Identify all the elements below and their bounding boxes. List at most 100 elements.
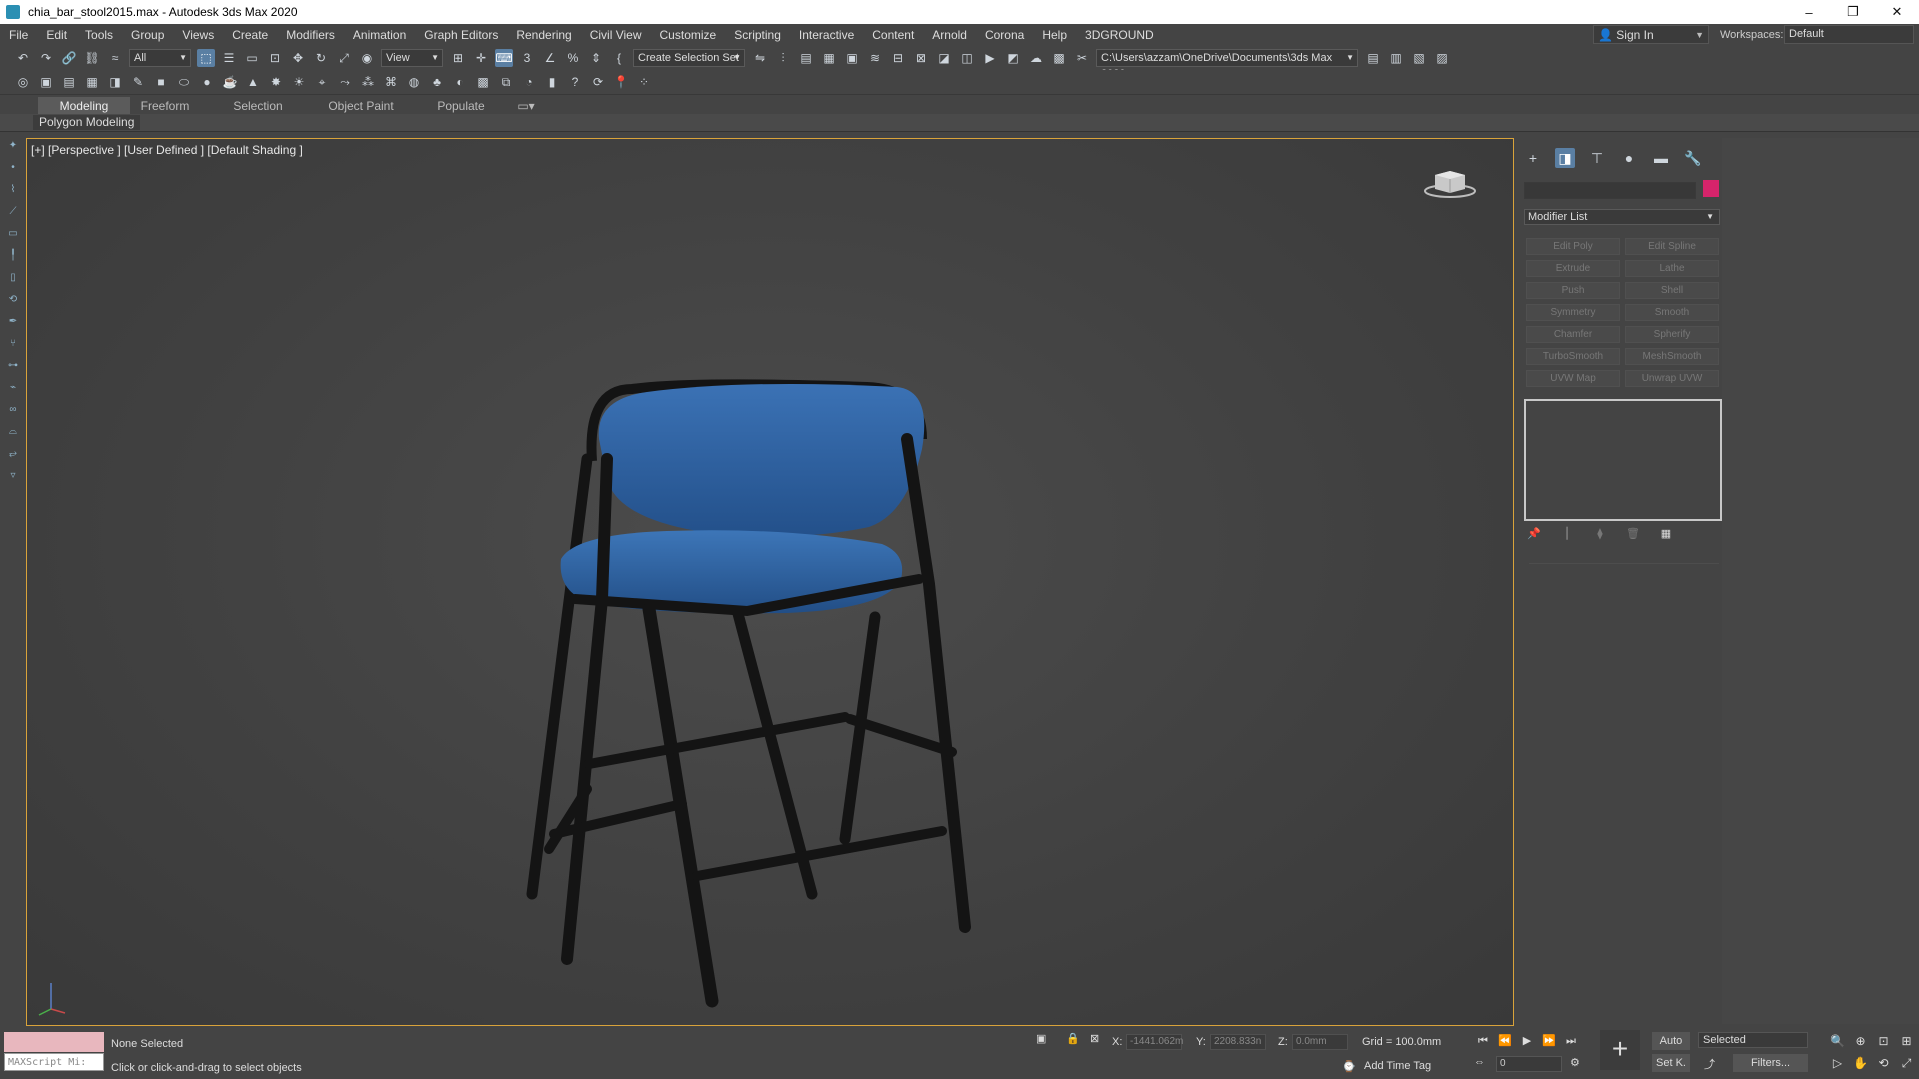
sun-icon[interactable]: ☀ — [290, 73, 308, 91]
rect-selection-icon[interactable]: ▭ — [243, 49, 261, 67]
time-configuration-icon[interactable]: ⚙ — [1570, 1056, 1580, 1069]
x-coord-field[interactable]: -1441.062m — [1126, 1034, 1183, 1050]
save-project-icon[interactable]: ▧ — [1410, 49, 1428, 67]
scale-icon[interactable]: ⤢ — [335, 49, 353, 67]
angle-snap-icon[interactable]: ∠ — [541, 49, 559, 67]
time-tag-icon[interactable]: ⌚ — [1342, 1060, 1356, 1073]
set-key-button[interactable]: Set K. — [1652, 1054, 1690, 1072]
tab-freeform[interactable]: Freeform — [130, 97, 200, 115]
zoom-icon[interactable]: 🔍 — [1826, 1032, 1849, 1050]
go-to-end-icon[interactable]: ⏭ — [1562, 1032, 1580, 1050]
connect-icon[interactable]: ⊶ — [7, 360, 19, 372]
menu-content[interactable]: Content — [863, 24, 923, 46]
menu-help[interactable]: Help — [1033, 24, 1076, 46]
flow-icon[interactable]: ⥂ — [7, 448, 19, 460]
menu-customize[interactable]: Customize — [651, 24, 726, 46]
undo-icon[interactable]: ↶ — [14, 49, 32, 67]
edit-named-sets-icon[interactable]: { — [610, 49, 628, 67]
sphere-primitive-icon[interactable]: ● — [198, 73, 216, 91]
orbit-icon[interactable]: ⟲ — [1872, 1054, 1895, 1072]
tree-icon[interactable]: ♣ — [428, 73, 446, 91]
modifier-lathe-button[interactable]: Lathe — [1625, 260, 1719, 277]
render-icon[interactable]: ◐ — [451, 73, 469, 91]
play-icon[interactable]: ▶ — [1518, 1032, 1536, 1050]
poly-icon[interactable]: ▭ — [7, 228, 19, 240]
display-tab-icon[interactable]: ▬ — [1651, 148, 1671, 168]
link-tool-icon[interactable]: ∞ — [7, 404, 19, 416]
schematic-view-icon[interactable]: ⊟ — [889, 49, 907, 67]
key-mode-icon[interactable]: ⤴ — [1704, 1056, 1715, 1072]
menu-group[interactable]: Group — [122, 24, 173, 46]
environment-icon[interactable]: ▩ — [1050, 49, 1068, 67]
percent-snap-icon[interactable]: % — [564, 49, 582, 67]
modifier-list-dropdown[interactable]: Modifier List ▼ — [1524, 209, 1720, 225]
isolate-selection-icon[interactable]: ▣ — [1036, 1032, 1046, 1045]
object-color-swatch[interactable] — [1703, 180, 1719, 197]
branch-icon[interactable]: ⑂ — [7, 338, 19, 350]
go-to-start-icon[interactable]: ⏮ — [1474, 1032, 1492, 1050]
help-icon[interactable]: ? — [566, 73, 584, 91]
modifier-edit-poly-button[interactable]: Edit Poly — [1526, 238, 1620, 255]
menu-create[interactable]: Create — [223, 24, 277, 46]
cone-primitive-icon[interactable]: ▲ — [244, 73, 262, 91]
pin-icon[interactable]: 📍 — [612, 73, 630, 91]
menu-tools[interactable]: Tools — [76, 24, 122, 46]
corona-icon[interactable]: ⌖ — [313, 73, 331, 91]
modifier-turbosmooth-button[interactable]: TurboSmooth — [1526, 348, 1620, 365]
light-icon[interactable]: ✸ — [267, 73, 285, 91]
move-icon[interactable]: ✥ — [289, 49, 307, 67]
maximize-viewport-icon[interactable]: ⤢ — [1895, 1054, 1918, 1072]
open-file-icon[interactable]: ▣ — [37, 73, 55, 91]
rendered-frame-window-icon[interactable]: ◫ — [958, 49, 976, 67]
menu-corona[interactable]: Corona — [976, 24, 1033, 46]
place-icon[interactable]: ◉ — [358, 49, 376, 67]
current-frame-field[interactable]: 0 — [1496, 1056, 1562, 1072]
add-time-tag-button[interactable]: Add Time Tag — [1364, 1060, 1431, 1072]
edge-icon[interactable]: ⟋ — [7, 206, 19, 218]
zoom-extents-all-icon[interactable]: ⊞ — [1895, 1032, 1918, 1050]
select-object-icon[interactable]: ⬚ — [197, 49, 215, 67]
create-icon[interactable]: ✦ — [7, 140, 19, 152]
box-primitive-icon[interactable]: ■ — [152, 73, 170, 91]
material-editor-icon[interactable]: ⊠ — [912, 49, 930, 67]
tab-populate[interactable]: Populate — [428, 97, 494, 115]
modifier-chamfer-button[interactable]: Chamfer — [1526, 326, 1620, 343]
curve-editor-icon[interactable]: ≋ — [866, 49, 884, 67]
project-folder-select[interactable]: C:\Users\azzam\OneDrive\Documents\3ds Ma… — [1096, 49, 1358, 80]
save-file-icon[interactable]: ▤ — [60, 73, 78, 91]
rotate-icon[interactable]: ↻ — [312, 49, 330, 67]
zoom-extents-icon[interactable]: ⊡ — [1872, 1032, 1895, 1050]
maximize-button[interactable]: ❐ — [1831, 0, 1875, 24]
snaps-toggle-icon[interactable]: 3 — [518, 49, 536, 67]
modifier-stack-list[interactable] — [1524, 399, 1722, 521]
selection-filter-select[interactable]: All ▼ — [129, 49, 191, 67]
project-icon[interactable]: ▤ — [1364, 49, 1382, 67]
sign-in-dropdown[interactable]: 👤 Sign In ▼ — [1593, 25, 1709, 44]
modifier-smooth-button[interactable]: Smooth — [1625, 304, 1719, 321]
menu-interactive[interactable]: Interactive — [790, 24, 863, 46]
modify-tab-icon[interactable]: ◨ — [1555, 148, 1575, 168]
stats-icon[interactable]: ▮ — [543, 73, 561, 91]
interactive-render-icon[interactable]: ◔ — [520, 73, 538, 91]
make-unique-icon[interactable]: ⧫ — [1592, 527, 1608, 543]
next-frame-icon[interactable]: ⏩ — [1540, 1032, 1558, 1050]
auto-key-button[interactable]: Auto — [1652, 1032, 1690, 1050]
key-filter-select[interactable]: Selected — [1698, 1032, 1808, 1048]
window-crossing-icon[interactable]: ⊡ — [266, 49, 284, 67]
scene-explorer-icon[interactable]: ▤ — [797, 49, 815, 67]
menu-file[interactable]: File — [0, 24, 37, 46]
modifier-icon[interactable]: ⤳ — [336, 73, 354, 91]
maxscript-listener-field[interactable] — [4, 1032, 104, 1052]
collapse-icon[interactable]: ▿ — [7, 470, 19, 482]
mirror-icon[interactable]: ⇋ — [751, 49, 769, 67]
tab-modeling[interactable]: Modeling — [38, 97, 130, 115]
keyboard-shortcut-override-icon[interactable]: ⌨ — [495, 49, 513, 67]
key-filters-button[interactable]: Filters... — [1733, 1054, 1808, 1072]
modifier-edit-spline-button[interactable]: Edit Spline — [1625, 238, 1719, 255]
layers-icon[interactable]: ▦ — [83, 73, 101, 91]
relax-icon[interactable]: ⌓ — [7, 426, 19, 438]
bar-stool-model[interactable] — [27, 139, 1514, 1026]
proxy-icon[interactable]: ⌘ — [382, 73, 400, 91]
menu-3dground[interactable]: 3DGROUND — [1076, 24, 1163, 46]
menu-rendering[interactable]: Rendering — [507, 24, 580, 46]
